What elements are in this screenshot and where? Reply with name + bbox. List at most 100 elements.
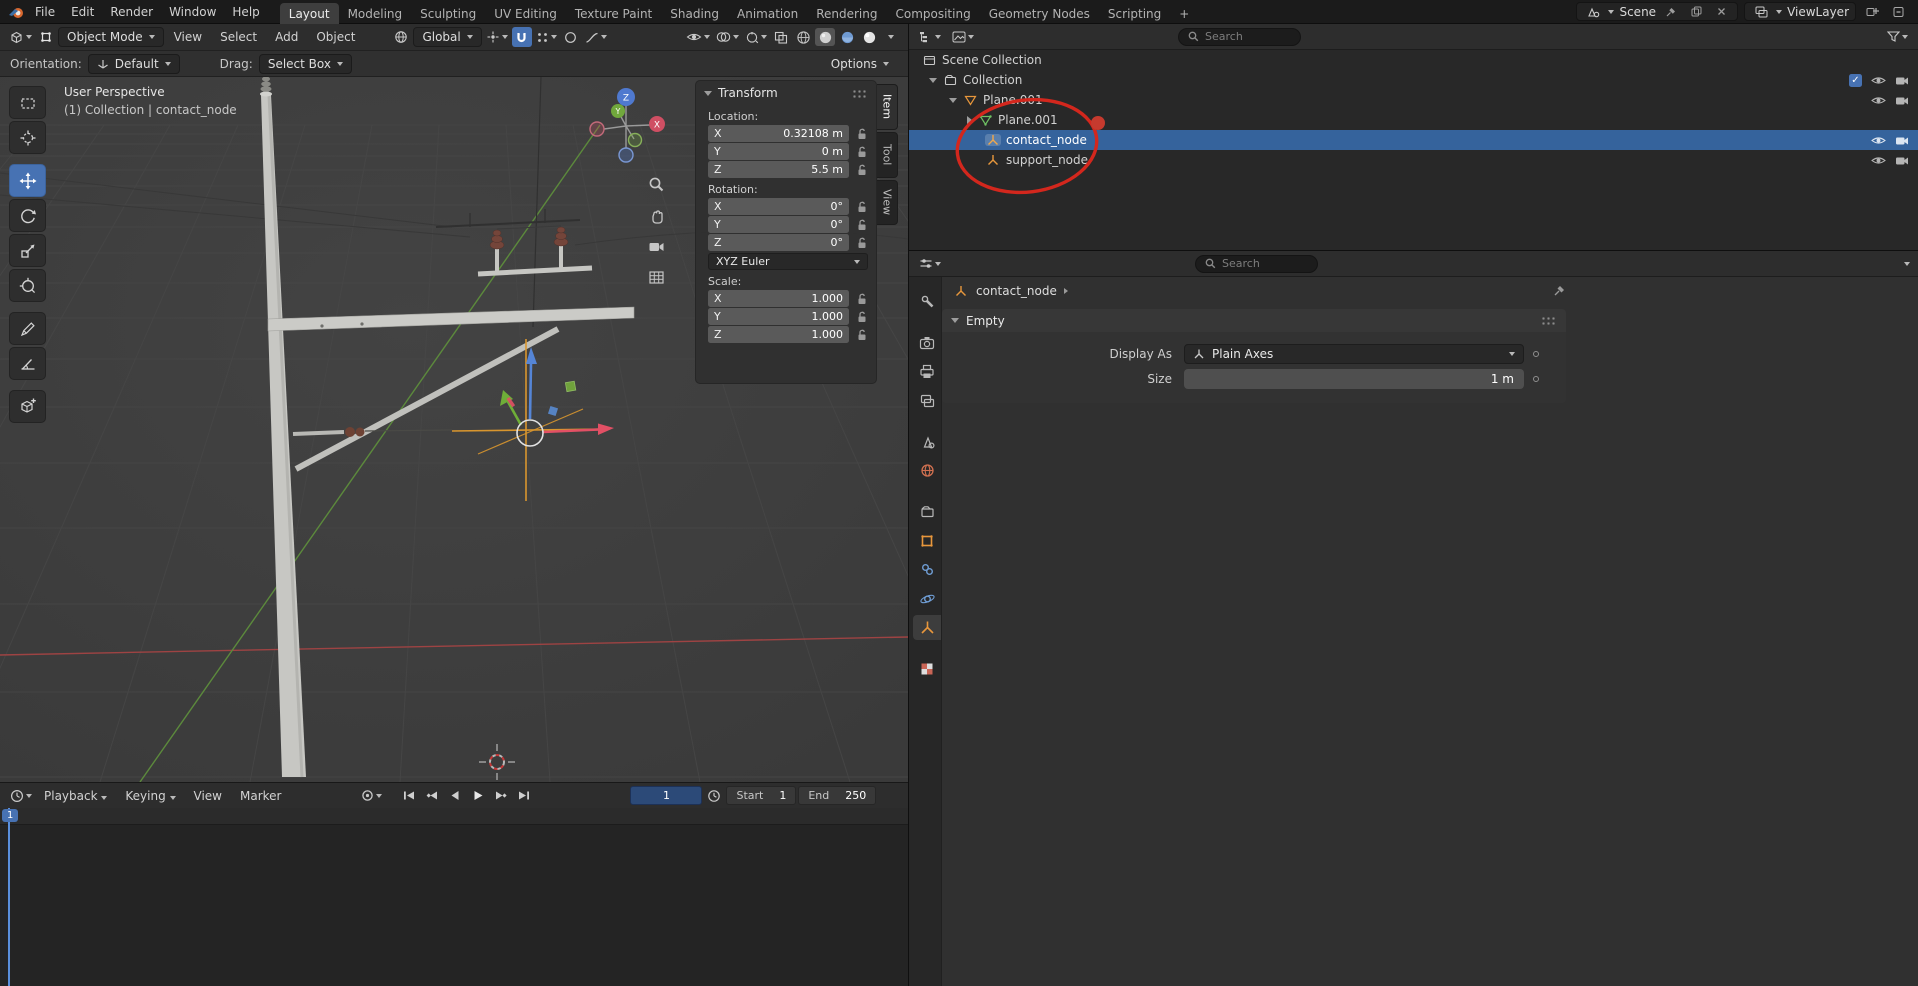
lock-icon[interactable] bbox=[855, 329, 868, 341]
animate-display-as-dot[interactable] bbox=[1533, 351, 1539, 357]
mode-dropdown[interactable]: Object Mode bbox=[58, 27, 164, 47]
timeline-playhead[interactable] bbox=[8, 808, 10, 986]
add-cube-tool[interactable] bbox=[9, 390, 46, 423]
workspace-tab-animation[interactable]: Animation bbox=[728, 3, 807, 24]
proportional-editing-toggle[interactable] bbox=[561, 27, 581, 47]
size-field[interactable]: 1 m bbox=[1184, 369, 1524, 389]
preview-range-clock-toggle[interactable] bbox=[704, 786, 724, 806]
menu-select[interactable]: Select bbox=[212, 27, 265, 47]
jump-to-next-keyframe-button[interactable] bbox=[490, 786, 511, 805]
outliner-display-mode-button[interactable] bbox=[950, 27, 976, 47]
ortho-toggle-button[interactable] bbox=[644, 265, 668, 289]
transform-panel-header[interactable]: Transform bbox=[696, 81, 876, 105]
scale-tool[interactable] bbox=[9, 234, 46, 267]
lock-icon[interactable] bbox=[855, 237, 868, 249]
outliner-row-scene-collection[interactable]: Scene Collection bbox=[909, 50, 1918, 70]
workspace-tab-uv-editing[interactable]: UV Editing bbox=[485, 3, 566, 24]
object-data-properties-tab[interactable] bbox=[913, 615, 941, 640]
rotation-y-field[interactable]: Y0° bbox=[708, 216, 849, 233]
filter-icon[interactable] bbox=[1885, 27, 1910, 47]
texture-properties-tab[interactable] bbox=[913, 656, 941, 681]
editor-type-properties-button[interactable] bbox=[917, 254, 943, 274]
transform-tool[interactable] bbox=[9, 269, 46, 302]
eye-icon[interactable] bbox=[1870, 135, 1886, 146]
editor-type-3d-viewport-button[interactable] bbox=[7, 27, 34, 47]
menu-keying[interactable]: Keying bbox=[117, 786, 183, 806]
measure-tool[interactable] bbox=[9, 347, 46, 380]
editor-type-outliner-button[interactable] bbox=[917, 27, 943, 47]
pan-hand-button[interactable] bbox=[644, 203, 668, 227]
lock-icon[interactable] bbox=[855, 164, 868, 176]
eye-icon[interactable] bbox=[1870, 95, 1886, 106]
snap-target-dropdown[interactable] bbox=[534, 27, 559, 47]
timeline-scrub-area[interactable]: 1 bbox=[0, 808, 908, 986]
scene-selector[interactable]: Scene bbox=[1576, 2, 1738, 21]
properties-options-chevron-icon[interactable] bbox=[1904, 262, 1910, 266]
auto-keying-toggle[interactable] bbox=[359, 786, 384, 806]
annotate-tool[interactable] bbox=[9, 312, 46, 345]
lock-icon[interactable] bbox=[855, 201, 868, 213]
workspace-tab-texture-paint[interactable]: Texture Paint bbox=[566, 3, 661, 24]
world-properties-tab[interactable] bbox=[913, 458, 941, 483]
current-frame-field[interactable]: 1 bbox=[630, 786, 702, 805]
play-button[interactable] bbox=[467, 786, 488, 805]
camera-view-button[interactable] bbox=[644, 234, 668, 258]
constraints-properties-tab[interactable] bbox=[913, 557, 941, 582]
jump-to-prev-keyframe-button[interactable] bbox=[421, 786, 442, 805]
blender-logo-icon[interactable] bbox=[6, 2, 27, 22]
camera-icon[interactable] bbox=[1894, 135, 1910, 146]
menu-tl-view[interactable]: View bbox=[186, 786, 230, 806]
rotation-z-field[interactable]: Z0° bbox=[708, 234, 849, 251]
box-select-tool[interactable] bbox=[9, 86, 46, 119]
location-x-field[interactable]: X0.32108 m bbox=[708, 125, 849, 142]
options-dropdown[interactable]: Options bbox=[822, 54, 898, 74]
workspace-tab-geometry-nodes[interactable]: Geometry Nodes bbox=[980, 3, 1099, 24]
tool-orientation-dropdown[interactable]: Default bbox=[88, 54, 180, 74]
shading-material-button[interactable] bbox=[837, 28, 857, 46]
jump-to-start-button[interactable] bbox=[398, 786, 419, 805]
animate-size-dot[interactable] bbox=[1533, 376, 1539, 382]
proportional-falloff-dropdown[interactable] bbox=[583, 27, 609, 47]
workspace-tab-rendering[interactable]: Rendering bbox=[807, 3, 886, 24]
frame-end-field[interactable]: End 250 bbox=[798, 786, 876, 805]
view-layer-selector[interactable]: ViewLayer bbox=[1744, 2, 1856, 21]
scene-properties-tab[interactable] bbox=[913, 429, 941, 454]
timeline-ruler[interactable] bbox=[0, 808, 908, 825]
workspace-tab-shading[interactable]: Shading bbox=[661, 3, 728, 24]
unlink-scene-icon[interactable] bbox=[1711, 2, 1731, 22]
frame-start-field[interactable]: Start 1 bbox=[726, 786, 796, 805]
workspace-tab-modeling[interactable]: Modeling bbox=[339, 3, 412, 24]
eye-icon[interactable] bbox=[1870, 75, 1886, 86]
menu-edit[interactable]: Edit bbox=[63, 2, 102, 22]
workspace-tab-sculpting[interactable]: Sculpting bbox=[411, 3, 485, 24]
properties-search-input[interactable] bbox=[1222, 257, 1308, 270]
disclosure-icon[interactable] bbox=[929, 78, 937, 83]
eye-icon[interactable] bbox=[1870, 155, 1886, 166]
rotate-tool[interactable] bbox=[9, 199, 46, 232]
add-view-layer-button[interactable] bbox=[1862, 2, 1882, 22]
shading-solid-button[interactable] bbox=[815, 28, 835, 46]
panel-grip-icon[interactable] bbox=[1541, 316, 1557, 325]
outliner-row-contact-node[interactable]: contact_node bbox=[909, 130, 1918, 150]
lock-icon[interactable] bbox=[855, 311, 868, 323]
menu-object[interactable]: Object bbox=[308, 27, 363, 47]
pin-id-icon[interactable] bbox=[1551, 285, 1567, 296]
rotation-mode-dropdown[interactable]: XYZ Euler bbox=[708, 253, 868, 270]
scale-y-field[interactable]: Y1.000 bbox=[708, 308, 849, 325]
lock-icon[interactable] bbox=[855, 293, 868, 305]
menu-add[interactable]: Add bbox=[267, 27, 306, 47]
scale-x-field[interactable]: X1.000 bbox=[708, 290, 849, 307]
camera-icon[interactable] bbox=[1894, 155, 1910, 166]
panel-grip-icon[interactable] bbox=[852, 89, 868, 98]
move-tool[interactable] bbox=[9, 164, 46, 197]
menu-render[interactable]: Render bbox=[102, 2, 161, 22]
rotation-x-field[interactable]: X0° bbox=[708, 198, 849, 215]
add-workspace-button[interactable]: + bbox=[1170, 3, 1198, 24]
shading-rendered-button[interactable] bbox=[859, 28, 879, 46]
breadcrumb-object-name[interactable]: contact_node bbox=[976, 284, 1057, 298]
object-properties-tab[interactable] bbox=[913, 528, 941, 553]
location-z-field[interactable]: Z5.5 m bbox=[708, 161, 849, 178]
orientation-dropdown[interactable]: Global bbox=[413, 27, 481, 47]
workspace-tab-scripting[interactable]: Scripting bbox=[1099, 3, 1170, 24]
menu-view[interactable]: View bbox=[166, 27, 210, 47]
